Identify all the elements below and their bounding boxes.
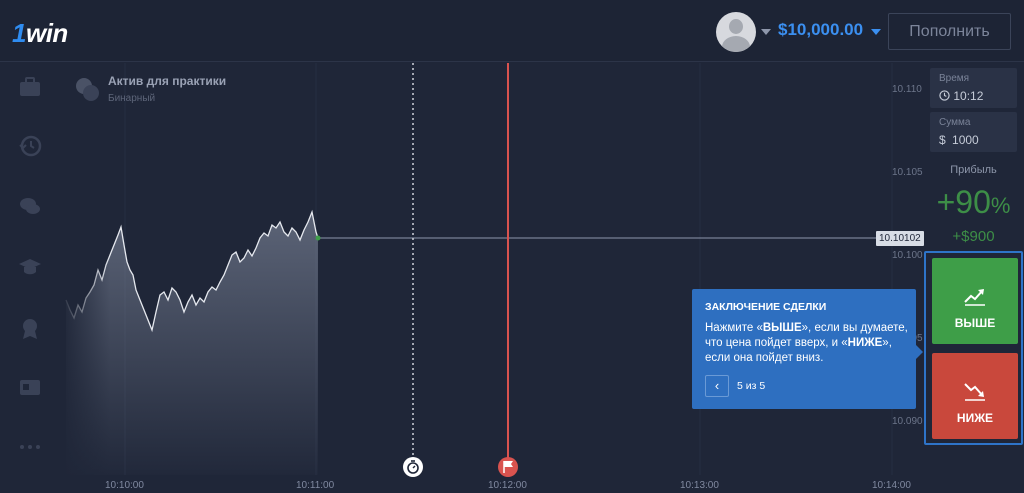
clock-icon — [939, 90, 950, 101]
time-field-label: Время — [939, 73, 970, 84]
price-tick: 10.110 — [892, 84, 922, 95]
profit-label: Прибыль — [950, 164, 997, 176]
tooltip-prev-button[interactable]: ‹ — [705, 375, 729, 397]
time-field[interactable]: Время 10:12 — [930, 68, 1017, 108]
tooltip-step-counter: 5 из 5 — [737, 380, 766, 392]
asset-icon — [76, 78, 99, 101]
amount-field-label: Сумма — [939, 117, 971, 128]
time-tick: 10:11:00 — [296, 480, 335, 491]
stopwatch-icon — [403, 457, 423, 477]
time-tick: 10:14:00 — [872, 480, 911, 491]
asset-type: Бинарный — [108, 93, 156, 104]
current-price-badge: 10.10102 — [876, 231, 924, 246]
finish-flag-icon — [498, 457, 518, 477]
time-tick: 10:10:00 — [105, 480, 144, 491]
time-field-value: 10:12 — [953, 89, 984, 103]
trend-up-icon — [964, 289, 985, 306]
price-tick: 10.090 — [892, 416, 923, 427]
amount-field-value: 1000 — [952, 133, 979, 147]
trend-down-icon — [964, 383, 985, 401]
current-price-dot — [315, 235, 321, 241]
tooltip-title: ЗАКЛЮЧЕНИЕ СДЕЛКИ — [705, 301, 827, 313]
price-tick: 10.100 — [892, 250, 923, 261]
chart-fade — [60, 63, 110, 475]
down-button-label: НИЖЕ — [956, 411, 994, 425]
up-button-label: ВЫШЕ — [954, 316, 996, 330]
up-button[interactable]: ВЫШЕ — [932, 258, 1018, 344]
price-tick: 10.105 — [892, 167, 923, 178]
profit-amount: +$900 — [952, 228, 995, 245]
profit-percent: +90% — [936, 184, 1011, 220]
time-tick: 10:12:00 — [488, 480, 527, 491]
asset-name[interactable]: Актив для практики — [108, 74, 226, 88]
amount-field[interactable]: Сумма $ 1000 — [930, 112, 1017, 152]
tutorial-tooltip: ЗАКЛЮЧЕНИЕ СДЕЛКИ Нажмите «ВЫШЕ», если в… — [692, 289, 923, 409]
tooltip-text: Нажмите «ВЫШЕ», если вы думаете, что цен… — [705, 322, 908, 364]
time-tick: 10:13:00 — [680, 480, 719, 491]
down-button[interactable]: НИЖЕ — [932, 353, 1018, 439]
currency-icon: $ — [939, 133, 946, 147]
